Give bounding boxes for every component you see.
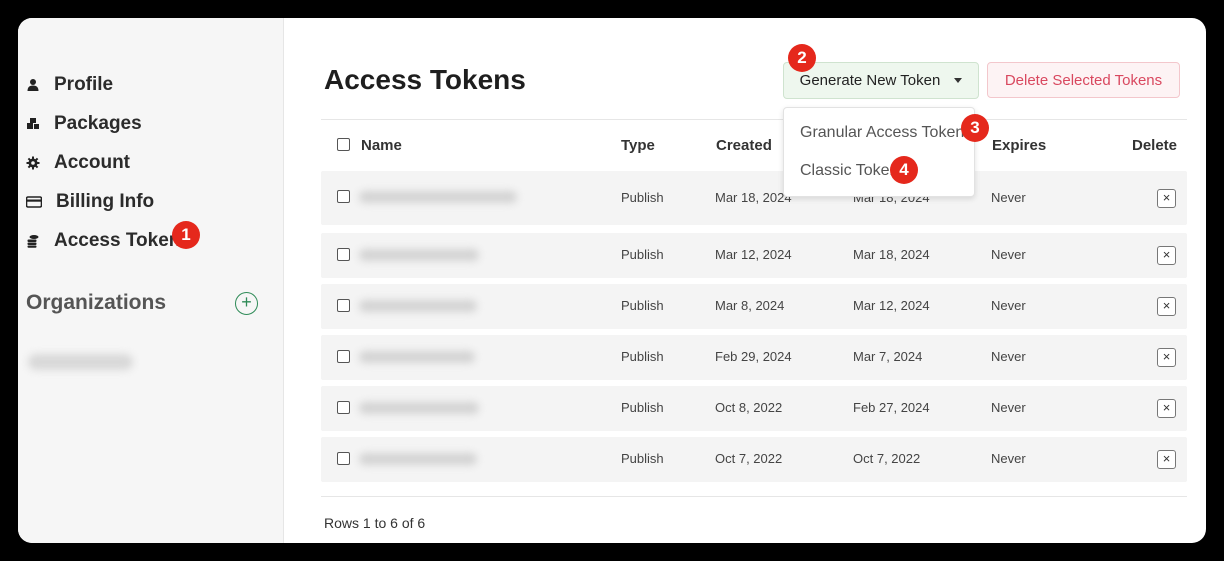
delete-token-button[interactable]: × — [1157, 246, 1176, 265]
token-created: Feb 29, 2024 — [715, 349, 792, 364]
blurred-token-name — [359, 300, 477, 312]
divider — [321, 496, 1187, 497]
token-type: Publish — [621, 298, 664, 313]
sidebar-item-profile[interactable]: Profile — [26, 71, 113, 99]
menu-item-classic-token[interactable]: Classic Token — [800, 162, 898, 180]
sidebar-item-billing[interactable]: Billing Info — [26, 188, 154, 216]
packages-icon — [26, 117, 40, 131]
token-last-used: Mar 7, 2024 — [853, 349, 923, 364]
delete-token-button[interactable]: × — [1157, 450, 1176, 469]
generate-button-label: Generate New Token — [799, 72, 941, 89]
token-expires: Never — [991, 190, 1026, 205]
table-row: Publish Feb 29, 2024 Mar 7, 2024 Never × — [321, 335, 1187, 380]
generate-token-dropdown: Granular Access Token Classic Token — [783, 107, 975, 197]
token-expires: Never — [991, 451, 1026, 466]
column-header-delete: Delete — [1132, 137, 1178, 154]
table-row: Publish Mar 12, 2024 Mar 18, 2024 Never … — [321, 233, 1187, 278]
delete-token-button[interactable]: × — [1157, 189, 1176, 208]
step-badge-1: 1 — [172, 221, 200, 249]
token-type: Publish — [621, 451, 664, 466]
blurred-token-name — [359, 351, 475, 363]
credit-card-icon — [26, 195, 42, 209]
delete-selected-tokens-button[interactable]: Delete Selected Tokens — [987, 62, 1180, 98]
gear-icon — [26, 156, 40, 170]
blurred-organization-item[interactable] — [28, 354, 133, 370]
token-last-used: Mar 18, 2024 — [853, 247, 930, 262]
step-badge-2: 2 — [788, 44, 816, 72]
column-header-expires[interactable]: Expires — [992, 137, 1046, 154]
sidebar-item-label: Packages — [54, 113, 142, 134]
caret-down-icon — [954, 78, 963, 83]
token-created: Oct 7, 2022 — [715, 451, 783, 466]
sidebar-item-packages[interactable]: Packages — [26, 110, 142, 138]
table-row: Publish Oct 7, 2022 Oct 7, 2022 Never × — [321, 437, 1187, 482]
token-type: Publish — [621, 190, 664, 205]
blurred-token-name — [359, 249, 479, 261]
blurred-token-name — [359, 402, 479, 414]
blurred-token-name — [359, 191, 517, 203]
token-expires: Never — [991, 400, 1026, 415]
divider — [321, 119, 1187, 120]
coins-icon — [26, 234, 40, 248]
token-type: Publish — [621, 400, 664, 415]
delete-token-button[interactable]: × — [1157, 297, 1176, 316]
token-type: Publish — [621, 349, 664, 364]
token-created: Mar 8, 2024 — [715, 298, 785, 313]
step-badge-4: 4 — [890, 156, 918, 184]
sidebar-item-label: Profile — [54, 74, 114, 95]
app-window: Profile Packages Account Billing Info Ac… — [18, 18, 1206, 543]
delete-token-button[interactable]: × — [1157, 399, 1176, 418]
organizations-heading: Organizations — [26, 291, 167, 314]
token-expires: Never — [991, 247, 1026, 262]
row-checkbox[interactable] — [337, 190, 350, 203]
user-icon — [26, 78, 40, 92]
row-checkbox[interactable] — [337, 248, 350, 261]
token-created: Mar 18, 2024 — [715, 190, 792, 205]
table-row: Publish Oct 8, 2022 Feb 27, 2024 Never × — [321, 386, 1187, 431]
delete-token-button[interactable]: × — [1157, 348, 1176, 367]
row-checkbox[interactable] — [337, 452, 350, 465]
sidebar-item-access-tokens[interactable]: Access Tokens — [26, 227, 191, 255]
table-row: Publish Mar 8, 2024 Mar 12, 2024 Never × — [321, 284, 1187, 329]
delete-selected-label: Delete Selected Tokens — [1004, 71, 1163, 89]
column-header-name[interactable]: Name — [361, 137, 402, 154]
token-created: Oct 8, 2022 — [715, 400, 783, 415]
column-header-type[interactable]: Type — [621, 137, 655, 154]
add-organization-button[interactable]: + — [235, 292, 258, 315]
token-type: Publish — [621, 247, 664, 262]
token-last-used: Feb 27, 2024 — [853, 400, 930, 415]
pagination-status: Rows 1 to 6 of 6 — [324, 515, 426, 531]
page-title: Access Tokens — [324, 64, 526, 95]
sidebar-item-account[interactable]: Account — [26, 149, 130, 177]
column-header-created[interactable]: Created — [716, 137, 772, 154]
sidebar-item-label: Billing Info — [56, 191, 155, 212]
select-all-checkbox[interactable] — [337, 138, 350, 151]
menu-item-granular-access-token[interactable]: Granular Access Token — [800, 124, 964, 142]
token-expires: Never — [991, 298, 1026, 313]
sidebar: Profile Packages Account Billing Info Ac… — [18, 18, 284, 543]
step-badge-3: 3 — [961, 114, 989, 142]
blurred-token-name — [359, 453, 477, 465]
token-last-used: Mar 12, 2024 — [853, 298, 930, 313]
token-expires: Never — [991, 349, 1026, 364]
token-last-used: Oct 7, 2022 — [853, 451, 921, 466]
token-created: Mar 12, 2024 — [715, 247, 792, 262]
row-checkbox[interactable] — [337, 299, 350, 312]
row-checkbox[interactable] — [337, 401, 350, 414]
table-row: Publish Mar 18, 2024 Mar 18, 2024 Never … — [321, 171, 1187, 225]
generate-new-token-button[interactable]: Generate New Token — [783, 62, 979, 99]
sidebar-item-label: Access Tokens — [54, 230, 191, 251]
row-checkbox[interactable] — [337, 350, 350, 363]
sidebar-item-label: Account — [54, 152, 130, 173]
